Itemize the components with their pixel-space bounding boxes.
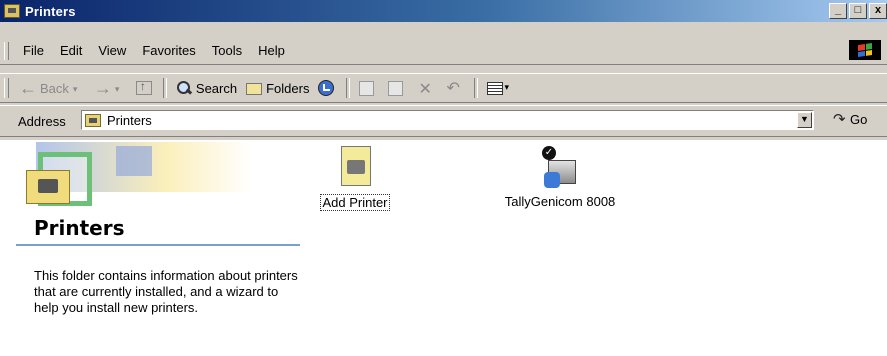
printers-folder-icon	[85, 113, 101, 127]
up-button[interactable]	[132, 77, 159, 99]
banner-decoration	[116, 146, 152, 176]
menu-favorites[interactable]: Favorites	[134, 41, 203, 61]
undo-button[interactable]	[441, 77, 470, 99]
folders-label: Folders	[266, 80, 310, 96]
toolbar-grip[interactable]	[4, 78, 9, 98]
menu-view[interactable]: View	[90, 41, 134, 61]
maximize-button[interactable]: □	[849, 3, 867, 19]
go-label: Go	[850, 112, 868, 127]
back-arrow-icon	[19, 80, 37, 96]
window-controls: _ □ x	[829, 3, 887, 19]
forward-button[interactable]	[90, 77, 132, 99]
back-dropdown-icon[interactable]	[73, 80, 83, 96]
default-printer-check-icon: ✓	[542, 146, 556, 160]
history-icon	[317, 80, 335, 96]
menu-edit[interactable]: Edit	[52, 41, 90, 61]
explorer-window: Printers _ □ x File Edit View Favorites …	[0, 0, 887, 356]
search-icon	[175, 80, 193, 96]
panel-heading: Printers	[34, 216, 125, 240]
back-label: Back	[40, 80, 69, 96]
back-button[interactable]: Back	[15, 77, 90, 99]
toolbar-separator	[346, 78, 351, 98]
search-label: Search	[195, 80, 238, 96]
heading-divider	[16, 244, 300, 246]
toolbar-separator	[474, 78, 479, 98]
title-bar[interactable]: Printers _ □ x	[0, 0, 887, 22]
printers-folder-icon	[4, 4, 20, 18]
menu-file[interactable]: File	[15, 41, 52, 61]
window-title: Printers	[25, 3, 76, 19]
add-printer-item[interactable]: Add Printer	[300, 146, 410, 211]
folders-button[interactable]: Folders	[241, 77, 313, 99]
panel-description: This folder contains information about p…	[34, 268, 298, 315]
web-view-banner	[16, 142, 252, 226]
add-printer-icon	[337, 146, 373, 188]
menu-tools[interactable]: Tools	[204, 41, 250, 61]
close-button[interactable]: x	[869, 3, 887, 19]
up-folder-icon	[135, 79, 152, 95]
toolbar-separator	[162, 78, 167, 98]
printers-folder-large-icon	[26, 164, 70, 204]
views-icon	[486, 80, 512, 96]
move-to-icon	[358, 80, 376, 96]
menu-bar: File Edit View Favorites Tools Help	[0, 38, 887, 65]
undo-icon	[445, 78, 463, 98]
windows-flag-icon	[858, 43, 872, 57]
copy-to-icon	[387, 80, 405, 96]
delete-button[interactable]	[412, 77, 441, 99]
forward-dropdown-icon[interactable]	[115, 80, 125, 96]
add-printer-label: Add Printer	[320, 194, 390, 211]
printer-icon: ✓	[542, 146, 578, 188]
folders-icon	[245, 80, 263, 96]
delete-icon	[416, 79, 434, 99]
address-bar: Address Printers ▼ Go	[0, 105, 887, 137]
address-value: Printers	[107, 112, 152, 128]
views-button[interactable]	[482, 77, 519, 99]
printer-label: TallyGenicom 8008	[504, 194, 616, 209]
go-arrow-icon	[833, 110, 847, 128]
minimize-button[interactable]: _	[829, 3, 847, 19]
address-dropdown-button[interactable]: ▼	[797, 112, 812, 128]
menu-help[interactable]: Help	[250, 41, 293, 61]
search-button[interactable]: Search	[171, 77, 241, 99]
windows-logo	[849, 40, 881, 60]
folder-content[interactable]: Printers This folder contains informatio…	[0, 140, 887, 356]
copy-to-button[interactable]	[383, 77, 412, 99]
address-label: Address	[18, 113, 66, 129]
address-input[interactable]: Printers ▼	[81, 110, 814, 130]
printer-item-tallygenicom[interactable]: ✓ TallyGenicom 8008	[500, 146, 620, 209]
go-button[interactable]: Go	[833, 110, 868, 128]
standard-toolbar: Back Search Folders	[0, 73, 887, 103]
move-to-button[interactable]	[354, 77, 383, 99]
forward-arrow-icon	[94, 80, 112, 96]
history-button[interactable]	[313, 77, 342, 99]
menu-grip[interactable]	[4, 42, 9, 60]
